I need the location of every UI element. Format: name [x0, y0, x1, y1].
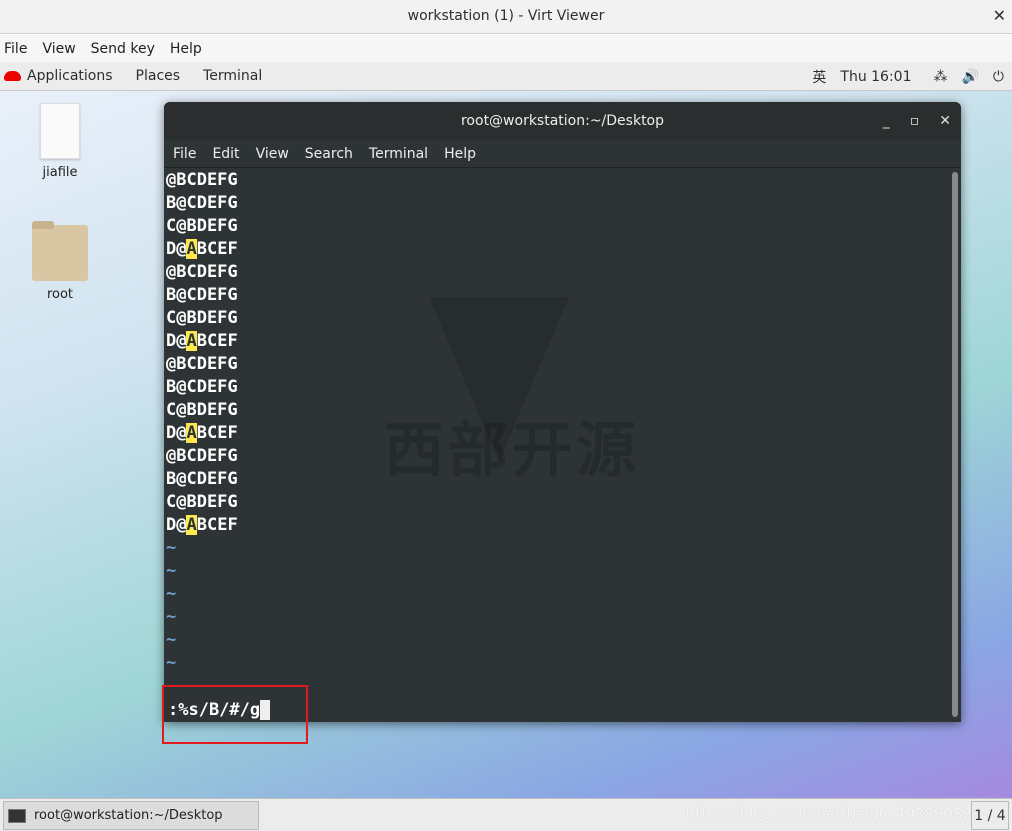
text-segment: C@BDEFG	[166, 308, 238, 328]
text-segment: @BCDEFG	[166, 262, 238, 282]
text-segment: B@CDEFG	[166, 193, 238, 213]
minimize-icon[interactable]: _	[883, 102, 890, 140]
text-segment: B@CDEFG	[166, 377, 238, 397]
text-segment: B@CDEFG	[166, 469, 238, 489]
empty-line-tilde: ~	[166, 538, 177, 558]
power-icon[interactable]: ⏻	[993, 69, 1004, 85]
terminal-menu-file[interactable]: File	[173, 146, 196, 162]
text-file-icon	[40, 103, 80, 159]
text-line: B@CDEFG	[166, 192, 949, 215]
terminal-title: root@workstation:~/Desktop	[460, 113, 665, 129]
text-line: C@BDEFG	[166, 491, 949, 514]
menu-file[interactable]: File	[4, 41, 27, 57]
close-icon[interactable]: ✕	[993, 0, 1006, 32]
text-line: D@ABCEF	[166, 514, 949, 537]
empty-line-tilde: ~	[166, 561, 177, 581]
empty-line-tilde: ~	[166, 653, 177, 673]
text-line: B@CDEFG	[166, 284, 949, 307]
terminal-menu-edit[interactable]: Edit	[212, 146, 239, 162]
search-match: A	[186, 331, 197, 351]
text-segment: D@	[166, 515, 187, 535]
search-match: A	[186, 515, 197, 535]
terminal-menu-help[interactable]: Help	[444, 146, 476, 162]
applications-menu[interactable]: Applications	[27, 68, 113, 84]
text-line: B@CDEFG	[166, 468, 949, 491]
text-line: @BCDEFG	[166, 169, 949, 192]
clock[interactable]: Thu 16:01	[840, 69, 911, 85]
close-icon[interactable]: ✕	[939, 102, 951, 140]
empty-line-tilde: ~	[166, 584, 177, 604]
text-segment: BCEF	[196, 423, 238, 443]
network-icon[interactable]: ⁂	[933, 69, 947, 85]
text-line: B@CDEFG	[166, 376, 949, 399]
text-segment: BCEF	[196, 331, 238, 351]
maximize-icon[interactable]: ▫	[910, 102, 920, 140]
terminal-titlebar: root@workstation:~/Desktop _ ▫ ✕	[164, 102, 961, 140]
icon-label: root	[46, 287, 74, 302]
home-folder-icon	[32, 221, 88, 281]
empty-line-tilde: ~	[166, 607, 177, 627]
text-line: D@ABCEF	[166, 238, 949, 261]
window-titlebar: workstation (1) - Virt Viewer ✕	[0, 0, 1012, 34]
menu-view[interactable]: View	[42, 41, 75, 57]
taskbar: root@workstation:~/Desktop https://blog.…	[0, 798, 1012, 831]
text-line: @BCDEFG	[166, 261, 949, 284]
task-label: root@workstation:~/Desktop	[34, 808, 223, 823]
text-segment: B@CDEFG	[166, 285, 238, 305]
text-line: C@BDEFG	[166, 307, 949, 330]
text-segment: @BCDEFG	[166, 354, 238, 374]
text-segment: C@BDEFG	[166, 216, 238, 236]
taskbar-item-terminal[interactable]: root@workstation:~/Desktop	[3, 801, 259, 830]
input-method[interactable]: 英	[812, 67, 826, 87]
desktop-icon-root[interactable]: root	[20, 221, 100, 302]
text-segment: BCEF	[196, 239, 238, 259]
redhat-icon	[4, 71, 21, 81]
text-segment: BCEF	[196, 515, 238, 535]
text-segment: C@BDEFG	[166, 492, 238, 512]
terminal-menu-view[interactable]: View	[256, 146, 289, 162]
terminal-menubar: File Edit View Search Terminal Help	[164, 140, 961, 168]
text-line: C@BDEFG	[166, 399, 949, 422]
places-menu[interactable]: Places	[136, 68, 181, 84]
text-line: @BCDEFG	[166, 353, 949, 376]
search-match: A	[186, 239, 197, 259]
text-line: D@ABCEF	[166, 422, 949, 445]
volume-icon[interactable]: 🔊	[961, 69, 978, 85]
desktop-icon-jiafile[interactable]: jiafile	[20, 103, 100, 180]
window-title: workstation (1) - Virt Viewer	[407, 8, 605, 24]
empty-line-tilde: ~	[166, 630, 177, 650]
terminal-window: root@workstation:~/Desktop _ ▫ ✕ File Edit…	[164, 102, 961, 722]
text-line: C@BDEFG	[166, 215, 949, 238]
text-segment: @BCDEFG	[166, 446, 238, 466]
text-line: @BCDEFG	[166, 445, 949, 468]
viewer-menubar: File View Send key Help	[0, 35, 1012, 62]
menu-help[interactable]: Help	[170, 41, 202, 57]
text-line: D@ABCEF	[166, 330, 949, 353]
search-match: A	[186, 423, 197, 443]
terminal-menu-terminal[interactable]: Terminal	[369, 146, 428, 162]
terminal-screen[interactable]: @BCDEFG B@CDEFG C@BDEFG D@ABCEF @BCDEFG B@CDE…	[166, 169, 949, 722]
terminal-app-menu[interactable]: Terminal	[203, 68, 262, 84]
menu-send-key[interactable]: Send key	[91, 41, 155, 57]
text-segment: D@	[166, 239, 187, 259]
scrollbar[interactable]	[952, 172, 958, 717]
blog-watermark: https://blog.csdn.net/baidu_40389082	[685, 805, 972, 823]
terminal-icon	[8, 808, 26, 823]
gnome-top-bar: Applications Places Terminal 英 Thu 16:01…	[0, 62, 1012, 91]
annotation-box	[162, 685, 308, 744]
icon-label: jiafile	[42, 165, 78, 180]
text-segment: C@BDEFG	[166, 400, 238, 420]
text-segment: @BCDEFG	[166, 170, 238, 190]
terminal-menu-search[interactable]: Search	[305, 146, 353, 162]
workspace-indicator[interactable]: 1 / 4	[971, 801, 1009, 830]
text-segment: D@	[166, 423, 187, 443]
text-segment: D@	[166, 331, 187, 351]
